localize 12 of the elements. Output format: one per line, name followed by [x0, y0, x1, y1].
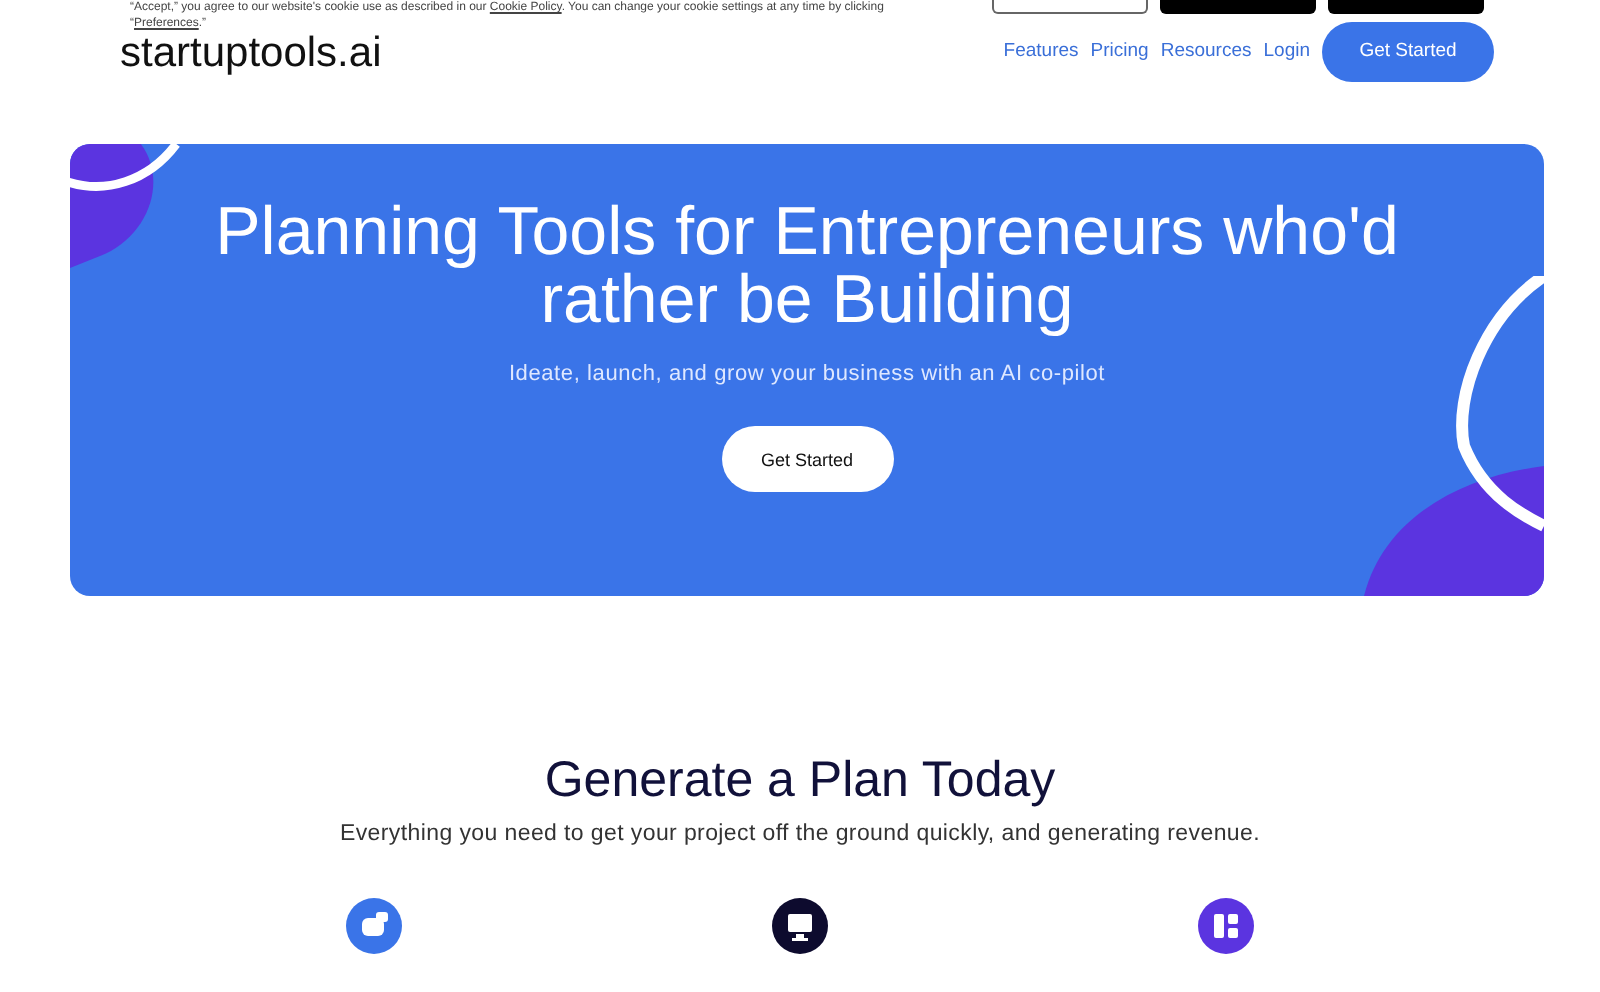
- hero-title: Planning Tools for Entrepreneurs who'd rather be Building: [213, 198, 1401, 334]
- section-title: Generate a Plan Today: [544, 750, 1056, 810]
- nav-link[interactable]: Login: [1263, 40, 1310, 62]
- cookie-button[interactable]: [992, 0, 1148, 14]
- nav-link[interactable]: Resources: [1160, 40, 1252, 62]
- nav-link[interactable]: Features: [1003, 40, 1079, 62]
- section-subtitle: Everything you need to get your project off the ground quickly, and generating revenue.: [339, 822, 1260, 846]
- nav-link[interactable]: Pricing: [1090, 40, 1149, 62]
- hero-subtitle: Ideate, launch, and grow your business with an AI co-pilot: [508, 362, 1106, 386]
- get-started-button[interactable]: Get Started: [1322, 21, 1494, 81]
- logo[interactable]: startuptools.ai: [120, 29, 382, 77]
- get-started-button[interactable]: Get Started: [721, 426, 893, 492]
